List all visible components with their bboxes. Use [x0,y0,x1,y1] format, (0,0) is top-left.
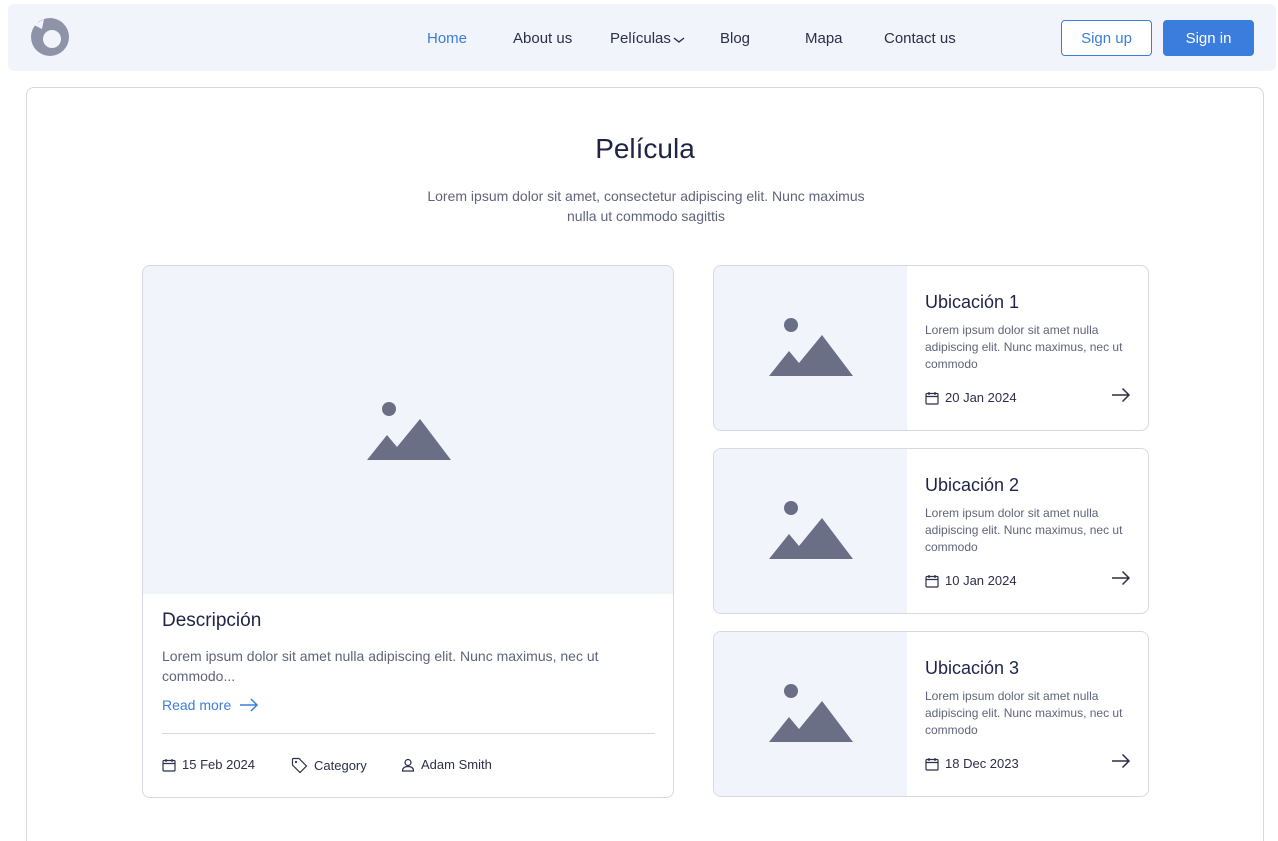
location-image [714,449,907,613]
nav-link-peliculas[interactable]: Películas [610,30,685,48]
location-title: Ubicación 3 [925,658,1020,678]
sign-in-button[interactable]: Sign in [1163,20,1254,56]
page-title: Película [595,133,695,164]
image-placeholder-icon [769,318,853,376]
arrow-right-icon[interactable] [1111,387,1131,408]
location-image [714,632,907,796]
location-title: Ubicación 2 [925,475,1020,495]
location-card[interactable]: Ubicación 2 Lorem ipsum dolor sit amet n… [713,448,1149,614]
read-more-link[interactable]: Read more [162,697,259,713]
read-more-label: Read more [162,697,232,713]
featured-card[interactable]: Descripción Lorem ipsum dolor sit amet n… [142,265,674,798]
featured-title: Descripción [162,610,262,631]
location-description: Lorem ipsum dolor sit amet nulla adipisc… [925,323,1123,371]
navbar: Home About us Películas Blog Mapa Contac… [8,4,1276,71]
arrow-right-icon[interactable] [1111,570,1131,591]
tag-icon [291,757,308,774]
nav-link-mapa[interactable]: Mapa [805,30,843,47]
nav-link-peliculas-label: Películas [610,30,671,47]
content-panel: Película Lorem ipsum dolor sit amet, con… [26,87,1264,841]
page-subtitle: Lorem ipsum dolor sit amet, consectetur … [427,188,865,224]
divider [162,733,655,734]
location-description: Lorem ipsum dolor sit amet nulla adipisc… [925,506,1123,554]
calendar-icon [925,757,939,771]
location-date: 20 Jan 2024 [925,390,1017,405]
arrow-right-icon[interactable] [1111,753,1131,774]
location-date: 10 Jan 2024 [925,573,1017,588]
calendar-icon [925,391,939,405]
location-date-text: 10 Jan 2024 [945,573,1017,588]
location-date-text: 20 Jan 2024 [945,390,1017,405]
arrow-right-icon [240,698,259,712]
featured-date-text: 15 Feb 2024 [182,757,256,772]
featured-image [143,266,673,594]
nav-link-contact[interactable]: Contact us [884,30,956,47]
nav-link-blog[interactable]: Blog [720,30,750,47]
nav-link-about[interactable]: About us [513,30,572,47]
location-card[interactable]: Ubicación 1 Lorem ipsum dolor sit amet n… [713,265,1149,431]
calendar-icon [925,574,939,588]
featured-category-text: Category [314,758,367,773]
image-placeholder-icon [769,684,853,742]
location-title: Ubicación 1 [925,292,1020,312]
featured-author[interactable]: Adam Smith [401,757,492,772]
location-image [714,266,907,430]
featured-date: 15 Feb 2024 [162,757,255,772]
location-date-text: 18 Dec 2023 [945,756,1019,771]
nav-link-home[interactable]: Home [427,30,467,47]
image-placeholder-icon [769,501,853,559]
featured-description: Lorem ipsum dolor sit amet nulla adipisc… [162,648,599,684]
calendar-icon [162,758,176,772]
image-placeholder-icon [367,402,451,460]
sign-up-button[interactable]: Sign up [1061,20,1152,56]
featured-category[interactable]: Category [291,757,367,774]
location-description: Lorem ipsum dolor sit amet nulla adipisc… [925,689,1123,737]
location-date: 18 Dec 2023 [925,756,1019,771]
location-card[interactable]: Ubicación 3 Lorem ipsum dolor sit amet n… [713,631,1149,797]
featured-author-text: Adam Smith [421,757,492,772]
user-icon [401,758,415,772]
chevron-down-icon [673,31,685,48]
